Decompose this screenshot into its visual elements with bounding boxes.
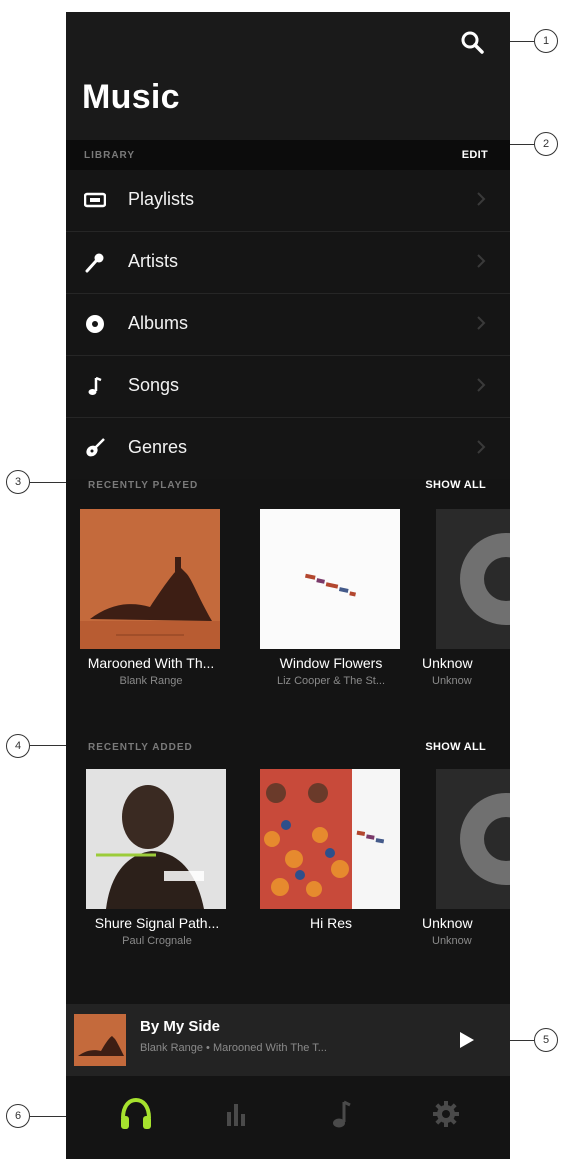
edit-button[interactable]: EDIT: [462, 149, 488, 161]
album-artist: Unknow: [432, 935, 472, 947]
equalizer-icon: [227, 1104, 245, 1126]
library-item-albums[interactable]: Albums: [66, 294, 510, 356]
chevron-right-icon: [477, 316, 486, 330]
headphones-icon: [121, 1097, 151, 1129]
album-title: Unknow: [422, 655, 473, 671]
library-item-label: Playlists: [128, 189, 195, 209]
top-header: Music: [66, 12, 510, 140]
now-playing-title: By My Side: [140, 1018, 221, 1035]
album-cover: [260, 509, 400, 649]
guitar-icon: [86, 438, 105, 457]
album-art-image: [260, 509, 400, 649]
playlist-icon: [84, 192, 106, 208]
callout-2: 2: [534, 132, 558, 156]
album-art-image: [260, 769, 400, 909]
library-item-label: Songs: [128, 375, 180, 395]
library-item-artists[interactable]: Artists: [66, 232, 510, 294]
now-playing-subtitle: Blank Range • Marooned With The T...: [140, 1042, 327, 1054]
album-artist: Paul Crognale: [122, 935, 192, 947]
page-title: Music: [82, 78, 180, 116]
callout-4: 4: [6, 734, 30, 758]
chevron-right-icon: [477, 254, 486, 268]
library-header: LIBRARY EDIT: [66, 140, 510, 170]
album-title: Unknow: [422, 915, 473, 931]
tab-settings[interactable]: [426, 1094, 466, 1134]
album-icon: [86, 315, 104, 333]
search-icon: [461, 31, 484, 54]
album-cover: [86, 769, 226, 909]
album-cover: [436, 769, 510, 909]
library-list: Playlists Artists Albums Songs Genres: [66, 170, 510, 479]
tab-music[interactable]: [322, 1094, 362, 1134]
album-title: Hi Res: [309, 915, 352, 931]
search-button[interactable]: [456, 26, 490, 60]
library-item-playlists[interactable]: Playlists: [66, 170, 510, 232]
album-artist: Liz Cooper & The St...: [276, 675, 386, 687]
callout-3: 3: [6, 470, 30, 494]
callout-5: 5: [534, 1028, 558, 1052]
album-cover: [436, 509, 510, 649]
album-art-image: [80, 509, 220, 649]
callout-1: 1: [534, 29, 558, 53]
recently-added-show-all-button[interactable]: SHOW ALL: [425, 741, 486, 753]
album-cover: [80, 509, 220, 649]
album-title: Shure Signal Path...: [94, 915, 220, 931]
microphone-icon: [85, 253, 104, 273]
chevron-right-icon: [477, 192, 486, 206]
callout-3-leader: [30, 482, 70, 483]
album-title: Window Flowers: [279, 655, 383, 671]
now-playing-artwork: [74, 1014, 126, 1066]
library-item-label: Artists: [128, 251, 179, 271]
library-item-label: Genres: [128, 437, 188, 457]
music-note-icon: [88, 376, 102, 395]
recently-played-label: RECENTLY PLAYED: [88, 480, 199, 491]
now-playing-bar[interactable]: By My Side Blank Range • Marooned With T…: [66, 1004, 510, 1076]
recently-played-show-all-button[interactable]: SHOW ALL: [425, 479, 486, 491]
album-artist: Unknow: [432, 675, 472, 687]
album-art-image: [86, 769, 226, 909]
default-album-icon: [436, 509, 510, 649]
music-note-icon: [333, 1100, 351, 1128]
recently-added-header: RECENTLY ADDED SHOW ALL: [66, 734, 510, 762]
tab-bar: [66, 1076, 510, 1159]
callout-4-leader: [30, 745, 70, 746]
play-icon: [460, 1032, 474, 1048]
chevron-right-icon: [477, 378, 486, 392]
tab-equalizer[interactable]: [216, 1094, 256, 1134]
recently-added-row: Shure Signal Path... Paul Crognale Hi Re…: [66, 769, 510, 954]
gear-icon: [433, 1101, 459, 1127]
library-item-songs[interactable]: Songs: [66, 356, 510, 418]
album-title: Marooned With Th...: [87, 655, 215, 671]
library-item-genres[interactable]: Genres: [66, 418, 510, 479]
library-label: LIBRARY: [84, 150, 136, 161]
callout-6-leader: [30, 1116, 70, 1117]
recently-played-header: RECENTLY PLAYED SHOW ALL: [66, 472, 510, 500]
default-album-icon: [436, 769, 510, 909]
album-cover: [260, 769, 400, 909]
album-artist: Blank Range: [119, 675, 183, 687]
chevron-right-icon: [477, 440, 486, 454]
library-item-label: Albums: [128, 313, 189, 333]
tab-headphones[interactable]: [116, 1094, 156, 1134]
recently-played-row: Marooned With Th... Blank Range Window F…: [66, 509, 510, 694]
app-screen: Music LIBRARY EDIT Playlists Artists Alb…: [66, 12, 510, 1159]
recently-added-label: RECENTLY ADDED: [88, 742, 193, 753]
play-button[interactable]: [454, 1028, 478, 1052]
callout-6: 6: [6, 1104, 30, 1128]
